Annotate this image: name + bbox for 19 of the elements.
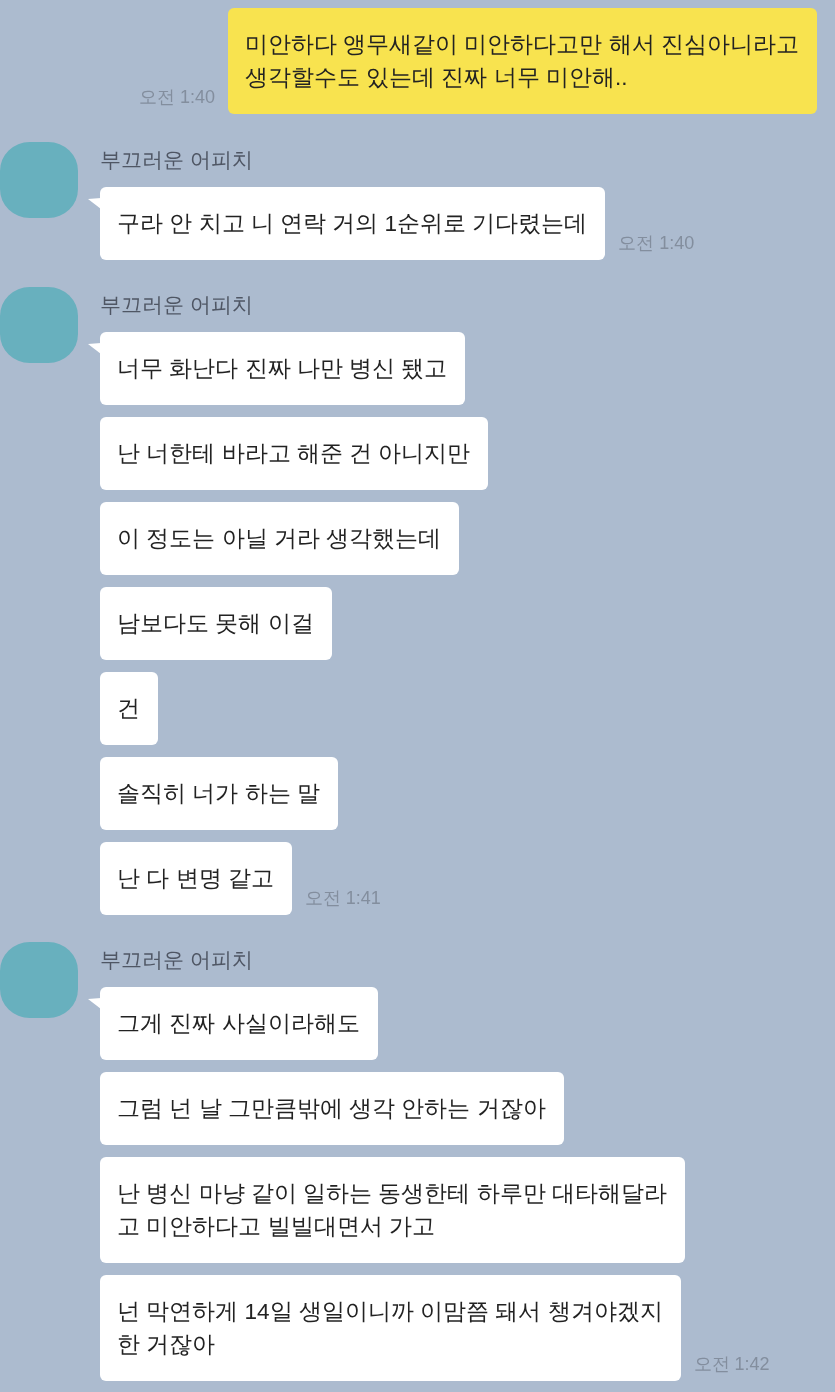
message-bubble: 너무 화난다 진짜 나만 병신 됐고: [100, 332, 466, 405]
avatar-icon: [0, 942, 78, 1018]
avatar-icon: [0, 142, 78, 218]
message-bubble: 그게 진짜 사실이라해도: [100, 987, 378, 1060]
sender-name: 부끄러운 어피치: [100, 947, 253, 973]
message-bubble: 구라 안 치고 니 연락 거의 1순위로 기다렸는데: [100, 187, 606, 260]
avatar-icon: [0, 287, 78, 363]
message-bubble: 난 너한테 바라고 해준 건 아니지만: [100, 417, 489, 490]
message-bubble: 난 다 변명 같고: [100, 842, 292, 915]
message-bubble: 남보다도 못해 이걸: [100, 587, 332, 660]
message-bubble: 미안하다 앵무새같이 미안하다고만 해서 진심아니라고 생각할수도 있는데 진짜 너무 미안해..: [228, 8, 817, 114]
message-bubble: 이 정도는 아닐 거라 생각했는데: [100, 502, 459, 575]
message-bubble: 넌 막연하게 14일 생일이니까 이맘쯤 돼서 챙겨야겠지 한 거잖아: [100, 1275, 681, 1381]
message-bubble: 솔직히 너가 하는 말: [100, 757, 338, 830]
sender-name: 부끄러운 어피치: [100, 292, 253, 318]
message-bubble: 난 병신 마냥 같이 일하는 동생한테 하루만 대타해달라 고 미안하다고 빌빌대면서 가고: [100, 1157, 685, 1263]
message-bubble: 그럼 넌 날 그만큼밖에 생각 안하는 거잖아: [100, 1072, 564, 1145]
sender-name: 부끄러운 어피치: [100, 147, 253, 173]
message-bubble: 건: [100, 672, 158, 745]
